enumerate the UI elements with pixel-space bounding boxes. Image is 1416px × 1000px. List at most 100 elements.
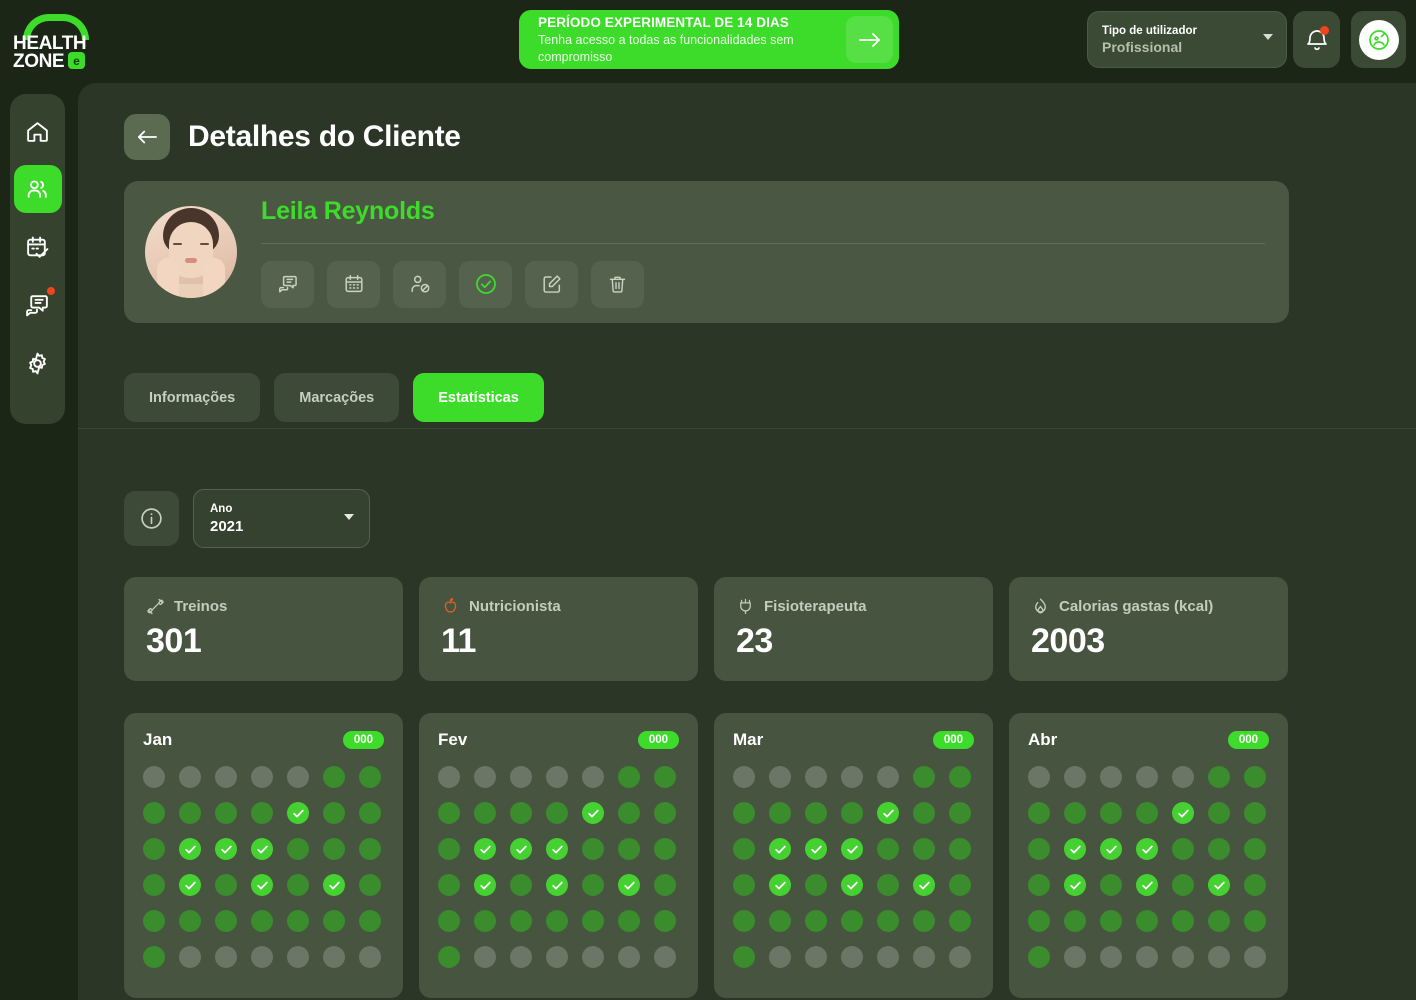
- activity-dot-done[interactable]: [949, 766, 971, 788]
- activity-dot-done[interactable]: [1028, 838, 1050, 860]
- activity-dot-check[interactable]: [251, 838, 273, 860]
- activity-dot-done[interactable]: [1064, 910, 1086, 932]
- activity-dot-empty[interactable]: [1136, 946, 1158, 968]
- tab-estatisticas[interactable]: Estatísticas: [413, 373, 544, 422]
- tab-informacoes[interactable]: Informações: [124, 373, 261, 422]
- activity-dot-empty[interactable]: [323, 946, 345, 968]
- activity-dot-empty[interactable]: [877, 766, 899, 788]
- activity-dot-empty[interactable]: [1208, 946, 1230, 968]
- activity-dot-empty[interactable]: [287, 766, 309, 788]
- activity-dot-done[interactable]: [913, 910, 935, 932]
- activity-dot-check[interactable]: [323, 874, 345, 896]
- activity-dot-empty[interactable]: [1028, 766, 1050, 788]
- activity-dot-done[interactable]: [654, 802, 676, 824]
- activity-dot-done[interactable]: [618, 802, 640, 824]
- sidebar-item-home[interactable]: [14, 107, 62, 155]
- activity-dot-done[interactable]: [1244, 874, 1266, 896]
- activity-dot-empty[interactable]: [582, 946, 604, 968]
- activity-dot-check[interactable]: [179, 874, 201, 896]
- activity-dot-done[interactable]: [949, 910, 971, 932]
- activity-dot-done[interactable]: [1172, 874, 1194, 896]
- activity-dot-done[interactable]: [841, 910, 863, 932]
- activity-dot-empty[interactable]: [251, 766, 273, 788]
- activity-dot-done[interactable]: [143, 838, 165, 860]
- activity-dot-check[interactable]: [1100, 838, 1122, 860]
- activity-dot-empty[interactable]: [841, 766, 863, 788]
- activity-dot-empty[interactable]: [913, 946, 935, 968]
- activity-dot-check[interactable]: [805, 838, 827, 860]
- activity-dot-empty[interactable]: [510, 766, 532, 788]
- activity-dot-empty[interactable]: [769, 766, 791, 788]
- activity-dot-check[interactable]: [1064, 874, 1086, 896]
- activity-dot-empty[interactable]: [143, 766, 165, 788]
- activity-dot-check[interactable]: [877, 802, 899, 824]
- activity-dot-done[interactable]: [1028, 946, 1050, 968]
- activity-dot-done[interactable]: [913, 766, 935, 788]
- activity-dot-check[interactable]: [1064, 838, 1086, 860]
- account-button[interactable]: [1351, 11, 1406, 68]
- activity-dot-done[interactable]: [323, 910, 345, 932]
- activity-dot-check[interactable]: [546, 874, 568, 896]
- activity-dot-done[interactable]: [438, 838, 460, 860]
- activity-dot-done[interactable]: [215, 910, 237, 932]
- activity-dot-empty[interactable]: [1172, 766, 1194, 788]
- activity-dot-done[interactable]: [877, 838, 899, 860]
- activity-dot-empty[interactable]: [546, 766, 568, 788]
- activity-dot-done[interactable]: [618, 910, 640, 932]
- activity-dot-done[interactable]: [733, 874, 755, 896]
- activity-dot-done[interactable]: [1172, 838, 1194, 860]
- activity-dot-done[interactable]: [359, 874, 381, 896]
- activity-dot-check[interactable]: [179, 838, 201, 860]
- activity-dot-check[interactable]: [215, 838, 237, 860]
- activity-dot-check[interactable]: [769, 838, 791, 860]
- activity-dot-empty[interactable]: [654, 946, 676, 968]
- activity-dot-done[interactable]: [618, 766, 640, 788]
- activity-dot-done[interactable]: [1028, 802, 1050, 824]
- activity-dot-done[interactable]: [654, 766, 676, 788]
- activity-dot-empty[interactable]: [438, 766, 460, 788]
- activity-dot-check[interactable]: [913, 874, 935, 896]
- activity-dot-done[interactable]: [287, 874, 309, 896]
- activity-dot-done[interactable]: [359, 838, 381, 860]
- activity-dot-empty[interactable]: [359, 946, 381, 968]
- activity-dot-done[interactable]: [510, 874, 532, 896]
- activity-dot-done[interactable]: [438, 874, 460, 896]
- activity-dot-done[interactable]: [582, 874, 604, 896]
- activity-dot-done[interactable]: [733, 838, 755, 860]
- activity-dot-done[interactable]: [1100, 802, 1122, 824]
- activity-dot-done[interactable]: [359, 802, 381, 824]
- activity-dot-done[interactable]: [582, 910, 604, 932]
- block-user-button[interactable]: [393, 260, 446, 308]
- activity-dot-empty[interactable]: [949, 946, 971, 968]
- activity-dot-empty[interactable]: [877, 946, 899, 968]
- activity-dot-done[interactable]: [805, 874, 827, 896]
- activity-dot-done[interactable]: [143, 802, 165, 824]
- activity-dot-empty[interactable]: [251, 946, 273, 968]
- activity-dot-empty[interactable]: [1244, 946, 1266, 968]
- approve-button[interactable]: [459, 260, 512, 308]
- activity-dot-empty[interactable]: [1064, 766, 1086, 788]
- activity-dot-done[interactable]: [1244, 802, 1266, 824]
- activity-dot-done[interactable]: [1244, 910, 1266, 932]
- activity-dot-empty[interactable]: [841, 946, 863, 968]
- activity-dot-check[interactable]: [582, 802, 604, 824]
- activity-dot-done[interactable]: [323, 802, 345, 824]
- activity-dot-check[interactable]: [841, 874, 863, 896]
- activity-dot-done[interactable]: [215, 802, 237, 824]
- activity-dot-check[interactable]: [618, 874, 640, 896]
- trial-banner[interactable]: PERÍODO EXPERIMENTAL DE 14 DIAS Tenha ac…: [519, 10, 899, 69]
- activity-dot-empty[interactable]: [215, 946, 237, 968]
- activity-dot-done[interactable]: [143, 910, 165, 932]
- activity-dot-check[interactable]: [474, 838, 496, 860]
- activity-dot-done[interactable]: [510, 802, 532, 824]
- activity-dot-check[interactable]: [474, 874, 496, 896]
- schedule-button[interactable]: [327, 260, 380, 308]
- activity-dot-done[interactable]: [143, 946, 165, 968]
- activity-dot-done[interactable]: [733, 802, 755, 824]
- activity-dot-done[interactable]: [323, 766, 345, 788]
- activity-dot-done[interactable]: [949, 874, 971, 896]
- activity-dot-done[interactable]: [913, 838, 935, 860]
- activity-dot-done[interactable]: [805, 802, 827, 824]
- activity-dot-done[interactable]: [1136, 802, 1158, 824]
- user-type-select[interactable]: Tipo de utilizador Profissional: [1087, 11, 1287, 68]
